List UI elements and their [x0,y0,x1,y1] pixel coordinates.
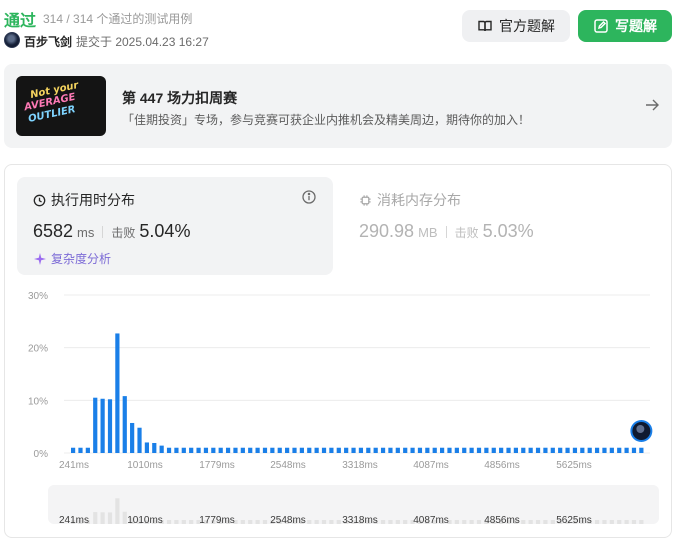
write-solution-label: 写题解 [615,18,657,34]
edit-icon [594,19,608,33]
divider [445,226,447,239]
divider [102,226,104,239]
complexity-analysis-link[interactable]: 复杂度分析 [33,250,111,267]
memory-unit: MB [418,225,438,240]
info-icon[interactable] [301,189,317,205]
book-icon [478,20,492,32]
memory-value: 290.98 [359,221,415,241]
runtime-tab[interactable]: 执行用时分布 6582 ms 击败 5.04% 复杂度分析 [17,177,333,275]
contest-description: 「佳期投资」专场，参与竞赛可获企业内推机会及精美周边，期待你的加入！ [122,113,531,127]
memory-title-text: 消耗内存分布 [377,192,461,208]
performance-card: 执行用时分布 6582 ms 击败 5.04% 复杂度分析 消耗内存分布 290.98… [4,164,672,538]
chip-icon [360,194,371,206]
runtime-title-text: 执行用时分布 [51,192,135,208]
write-solution-button[interactable]: 写题解 [578,10,672,42]
memory-beat-value: 5.03% [482,221,534,241]
username[interactable]: 百步飞剑 [24,33,72,50]
official-solution-button[interactable]: 官方题解 [462,10,570,42]
avatar[interactable] [4,32,20,48]
arrow-right-icon[interactable] [644,97,660,113]
runtime-unit: ms [77,225,95,240]
runtime-value: 6582 [33,221,74,241]
contest-title: 第 447 场力扣周赛 [122,90,238,106]
memory-beat-label: 击败 [454,226,479,240]
memory-tab[interactable]: 消耗内存分布 [359,190,461,210]
clock-icon [33,194,46,206]
contest-banner[interactable]: Not your AVERAGE OUTLIER 第 447 场力扣周赛 「佳期… [4,64,672,148]
status-title: 通过 [4,13,37,30]
official-solution-label: 官方题解 [499,18,555,34]
sparkle-icon [34,252,46,265]
submission-time: 提交于 2025.04.23 16:27 [76,35,209,49]
testcase-summary: 314 / 314 个通过的测试用例 [43,12,193,26]
runtime-value-row: 6582 ms 击败 5.04% [33,221,190,242]
runtime-title: 执行用时分布 [33,190,135,210]
contest-banner-image: Not your AVERAGE OUTLIER [16,76,106,136]
runtime-beat-label: 击败 [111,226,136,240]
runtime-beat-value: 5.04% [139,221,191,241]
complexity-analysis-label: 复杂度分析 [51,252,112,266]
memory-value-row: 290.98 MB 击败 5.03% [359,221,534,242]
